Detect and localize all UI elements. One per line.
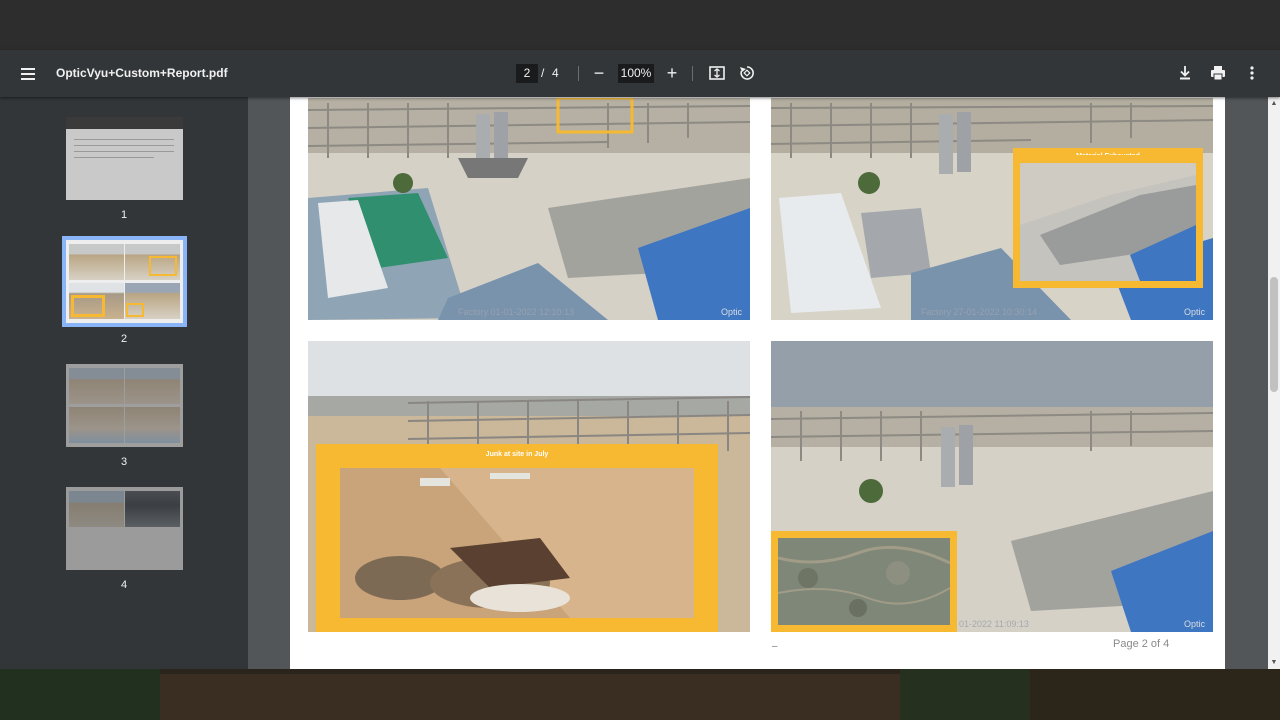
site-photo-1: Factory 01-01-2022 12:10:13 Optic	[308, 98, 750, 320]
page-number-input[interactable]: 2	[516, 64, 538, 83]
thumbnail-photo	[69, 283, 124, 319]
site-photo-3: Junk at site in July	[308, 341, 750, 632]
rotate-icon[interactable]	[737, 63, 757, 83]
thumbnail-photo	[125, 283, 180, 319]
menu-icon[interactable]	[18, 65, 38, 83]
page-thumbnail-2[interactable]	[62, 236, 187, 327]
photo-watermark: Optic	[720, 307, 742, 317]
scroll-up-icon[interactable]: ▲	[1270, 100, 1278, 108]
zoom-level-input[interactable]: 100%	[618, 64, 654, 83]
thumbnail-photo	[125, 407, 180, 443]
file-title: OpticVyu+Custom+Report.pdf	[56, 66, 228, 80]
thumbnail-number: 4	[120, 579, 128, 591]
thumbnail-photo	[125, 244, 180, 280]
highlight-box	[771, 531, 957, 632]
toolbar-divider	[578, 66, 579, 81]
photo-watermark: Optic	[1183, 307, 1205, 317]
page-thumbnail-3[interactable]	[66, 364, 183, 447]
thumbnail-number: 3	[120, 456, 128, 468]
highlight-box: Junk at site in July	[316, 444, 718, 632]
thumbnail-text-line	[74, 157, 154, 158]
thumbnail-sidebar: 1 2 3 4	[0, 97, 248, 669]
highlight-box: Material Exhausted	[1013, 148, 1203, 288]
thumbnail-text-line	[74, 145, 174, 146]
toolbar-divider	[692, 66, 693, 81]
document-viewer: Factory 01-01-2022 12:10:13 Optic Mat	[248, 97, 1268, 669]
thumbnail-text-line	[74, 151, 174, 152]
total-pages: 4	[552, 66, 559, 80]
viewer-scrollbar[interactable]: ▲ ▼	[1268, 97, 1280, 669]
page-dash: –	[772, 641, 778, 652]
page-footer: Page 2 of 4	[1113, 638, 1170, 650]
pdf-toolbar: OpticVyu+Custom+Report.pdf 2 / 4 − 100% …	[0, 50, 1280, 97]
thumbnail-photo	[69, 244, 124, 280]
photo-watermark: Optic	[1183, 619, 1205, 629]
scroll-thumb[interactable]	[1270, 277, 1278, 392]
print-icon[interactable]	[1208, 63, 1228, 83]
thumbnail-header	[66, 117, 183, 129]
download-icon[interactable]	[1175, 63, 1195, 83]
thumbnail-number: 2	[120, 333, 128, 345]
photo-timestamp: Factory 01-01-2022 12:10:13	[458, 307, 575, 317]
background-photo-strip	[0, 669, 1280, 720]
site-photo-2: Material Exhausted Factory 27-01-2022 10…	[771, 98, 1213, 320]
pdf-page: Factory 01-01-2022 12:10:13 Optic Mat	[290, 97, 1225, 669]
browser-top-band	[0, 0, 1280, 50]
thumbnail-photo	[125, 368, 180, 404]
thumbnail-text-line	[74, 139, 174, 140]
site-photo-4: 01-2022 11:09:13 Optic	[771, 341, 1213, 632]
photo-timestamp: Factory 27-01-2022 10:30:14	[921, 307, 1038, 317]
page-separator: /	[541, 66, 545, 80]
page-thumbnail-4[interactable]	[66, 487, 183, 570]
page-thumbnail-1[interactable]	[66, 117, 183, 200]
photo-timestamp: 01-2022 11:09:13	[959, 619, 1029, 629]
scroll-down-icon[interactable]: ▼	[1270, 659, 1278, 667]
thumbnail-photo	[69, 491, 124, 527]
thumbnail-photo	[69, 368, 124, 404]
highlight-label: Junk at site in July	[485, 451, 549, 458]
fit-page-icon[interactable]	[707, 63, 727, 83]
thumbnail-photo	[69, 407, 124, 443]
zoom-out-button[interactable]: −	[590, 62, 608, 84]
zoom-in-button[interactable]: +	[663, 62, 681, 84]
thumbnail-number: 1	[120, 209, 128, 221]
more-icon[interactable]	[1242, 63, 1262, 83]
thumbnail-photo	[125, 491, 180, 527]
